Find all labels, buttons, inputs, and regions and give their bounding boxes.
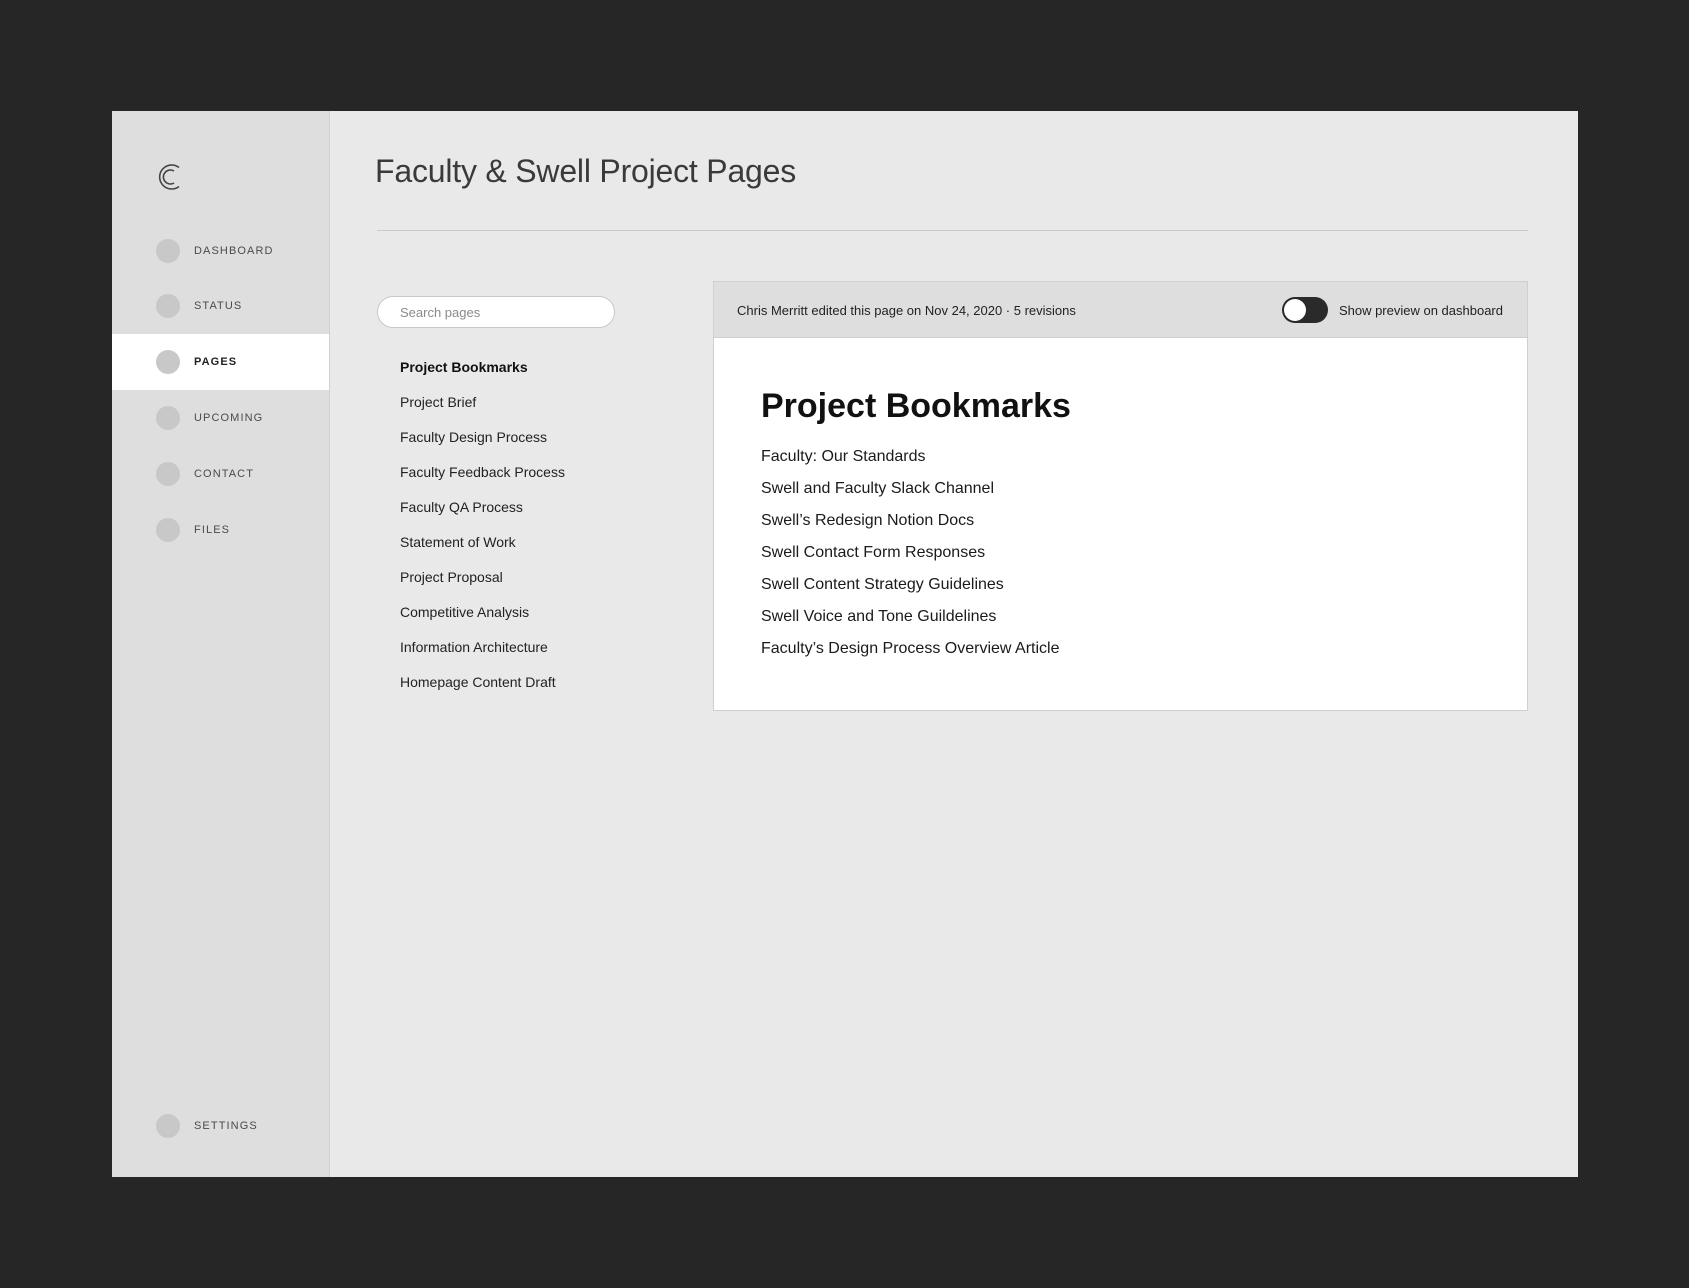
nav-item-dashboard[interactable]: DASHBOARD (112, 223, 329, 279)
title-divider (377, 230, 1528, 231)
nav-item-settings[interactable]: SETTINGS (112, 1098, 329, 1154)
page-list-item-project-bookmarks[interactable]: Project Bookmarks (400, 356, 565, 391)
page-list-item-competitive-analysis[interactable]: Competitive Analysis (400, 601, 565, 636)
toggle-knob (1283, 299, 1306, 321)
nav-item-pages[interactable]: PAGES (112, 334, 329, 390)
nav-label: CONTACT (194, 468, 255, 480)
page-title: Faculty & Swell Project Pages (375, 153, 797, 189)
page-list-item-faculty-qa-process[interactable]: Faculty QA Process (400, 496, 565, 531)
nav-item-status[interactable]: STATUS (112, 278, 329, 334)
nav-label: UPCOMING (194, 412, 264, 424)
bookmark-link[interactable]: Swell Content Strategy Guidelines (761, 574, 1059, 606)
status-icon (156, 294, 180, 318)
page-list-item-information-architecture[interactable]: Information Architecture (400, 636, 565, 671)
nav-item-upcoming[interactable]: UPCOMING (112, 390, 329, 446)
page-list: Project Bookmarks Project Brief Faculty … (400, 356, 565, 706)
preview-toggle-control[interactable]: Show preview on dashboard (1281, 297, 1503, 323)
files-icon (156, 518, 180, 542)
bookmark-link[interactable]: Faculty: Our Standards (761, 446, 1059, 478)
page-list-item-project-brief[interactable]: Project Brief (400, 391, 565, 426)
nav-label: SETTINGS (194, 1120, 258, 1132)
page-preview-panel: Chris Merritt edited this page on Nov 24… (713, 281, 1528, 711)
page-list-item-statement-of-work[interactable]: Statement of Work (400, 531, 565, 566)
page-list-item-faculty-design-process[interactable]: Faculty Design Process (400, 426, 565, 461)
bookmark-link[interactable]: Swell Contact Form Responses (761, 542, 1059, 574)
bookmark-link[interactable]: Swell’s Redesign Notion Docs (761, 510, 1059, 542)
pages-icon (156, 350, 180, 374)
search-input[interactable] (377, 296, 615, 328)
bookmark-link[interactable]: Swell and Faculty Slack Channel (761, 478, 1059, 510)
page-list-item-faculty-feedback-process[interactable]: Faculty Feedback Process (400, 461, 565, 496)
nav-label: DASHBOARD (194, 245, 274, 257)
edit-info: Chris Merritt edited this page on Nov 24… (737, 303, 1076, 318)
preview-toggle-switch[interactable] (1281, 297, 1328, 323)
dashboard-icon (156, 239, 180, 263)
settings-icon (156, 1114, 180, 1138)
nav-item-files[interactable]: FILES (112, 502, 329, 558)
bookmark-list: Faculty: Our Standards Swell and Faculty… (761, 446, 1059, 670)
page-list-item-project-proposal[interactable]: Project Proposal (400, 566, 565, 601)
page-list-item-homepage-content-draft[interactable]: Homepage Content Draft (400, 671, 565, 706)
nav-label: PAGES (194, 356, 238, 368)
nav-label: STATUS (194, 300, 243, 312)
contact-icon (156, 462, 180, 486)
logo-icon[interactable] (154, 160, 184, 194)
upcoming-icon (156, 406, 180, 430)
bookmark-link[interactable]: Swell Voice and Tone Guildelines (761, 606, 1059, 638)
document-title: Project Bookmarks (761, 387, 1071, 425)
bookmark-link[interactable]: Faculty’s Design Process Overview Articl… (761, 638, 1059, 670)
app-window: DASHBOARD STATUS PAGES UPCOMING CONTACT … (112, 111, 1578, 1177)
nav-item-contact[interactable]: CONTACT (112, 446, 329, 502)
panel-header: Chris Merritt edited this page on Nov 24… (714, 282, 1527, 338)
nav-label: FILES (194, 524, 231, 536)
sidebar: DASHBOARD STATUS PAGES UPCOMING CONTACT … (112, 111, 330, 1177)
toggle-label: Show preview on dashboard (1338, 302, 1503, 318)
